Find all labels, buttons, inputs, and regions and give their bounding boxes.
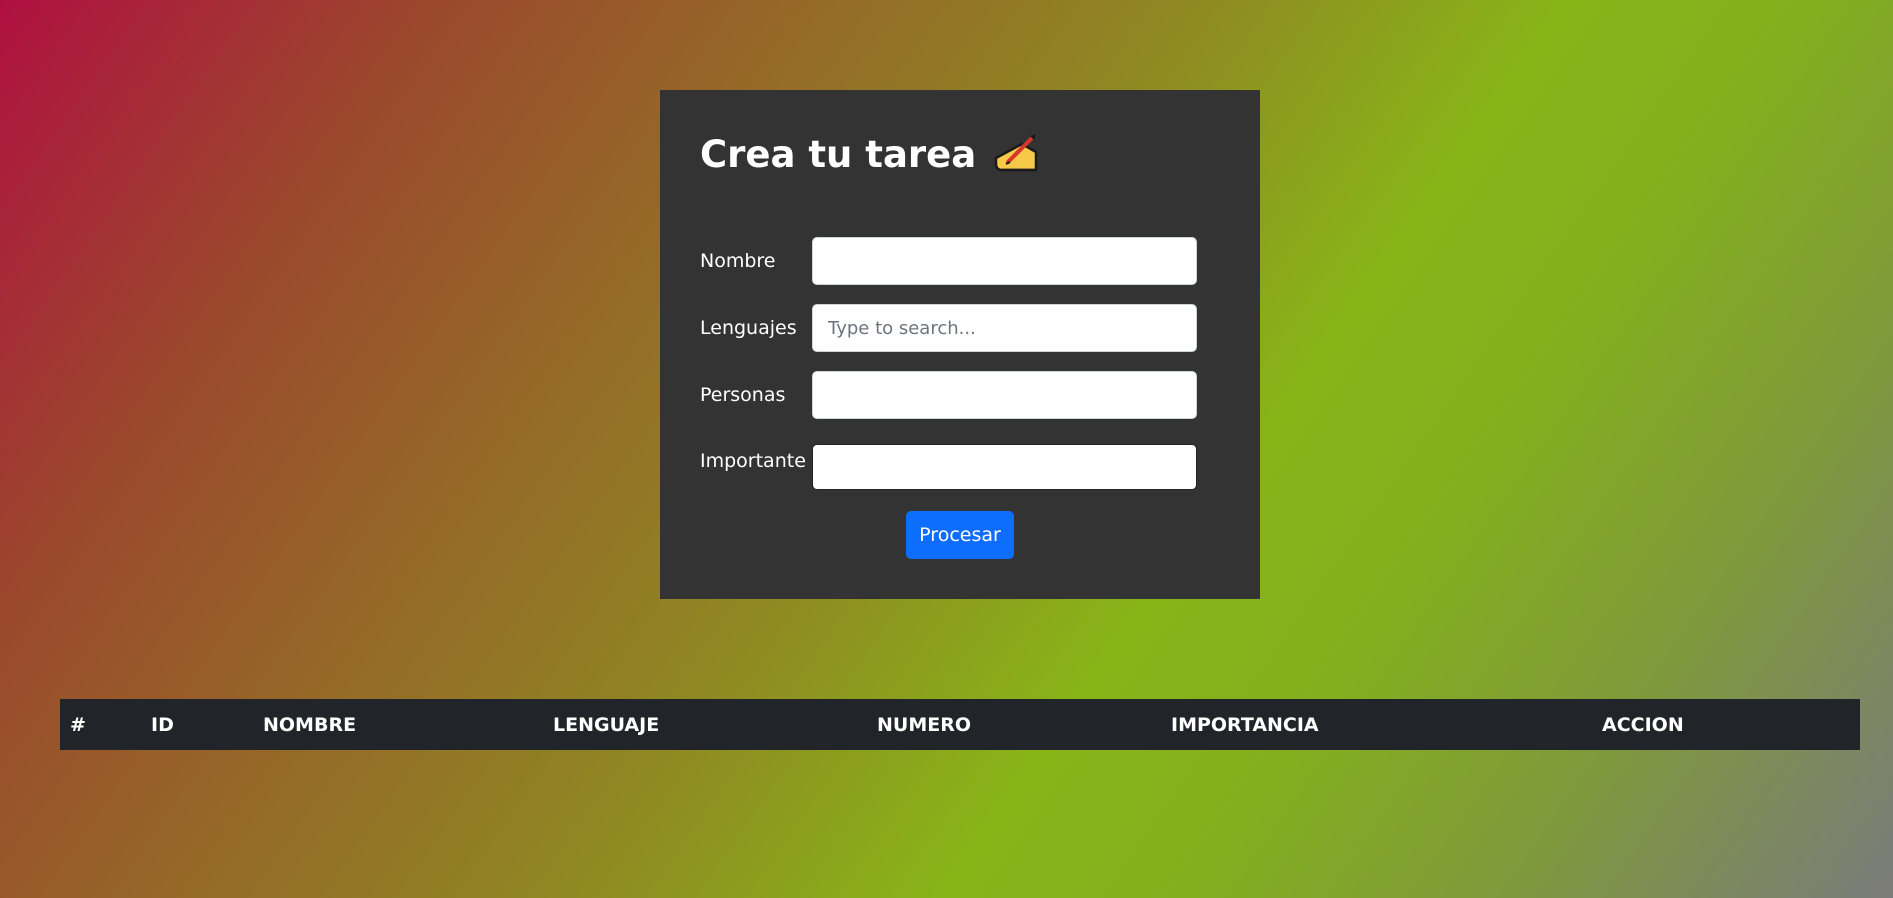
- column-header-number: #: [70, 713, 86, 736]
- lenguajes-label: Lenguajes: [700, 317, 797, 339]
- nombre-label: Nombre: [700, 250, 776, 272]
- importante-label: Importante: [700, 450, 806, 472]
- column-header-lenguaje: LENGUAJE: [553, 713, 660, 736]
- personas-label: Personas: [700, 384, 786, 406]
- field-row-personas: Personas: [700, 371, 1197, 419]
- column-header-id: ID: [151, 713, 174, 736]
- nombre-input[interactable]: [812, 237, 1197, 285]
- importante-input[interactable]: [812, 444, 1197, 490]
- tasks-table: # ID NOMBRE LENGUAJE NUMERO IMPORTANCIA …: [60, 699, 1860, 750]
- column-header-nombre: NOMBRE: [263, 713, 357, 736]
- field-row-lenguajes: Lenguajes: [700, 304, 1197, 352]
- column-header-numero: NUMERO: [877, 713, 971, 736]
- column-header-accion: ACCION: [1602, 713, 1684, 736]
- form-title: Crea tu tarea: [700, 132, 1040, 176]
- personas-input[interactable]: [812, 371, 1197, 419]
- procesar-button[interactable]: Procesar: [906, 511, 1014, 559]
- table-header-row: # ID NOMBRE LENGUAJE NUMERO IMPORTANCIA …: [60, 699, 1860, 750]
- tasks-table-container: # ID NOMBRE LENGUAJE NUMERO IMPORTANCIA …: [60, 699, 1860, 750]
- form-title-text: Crea tu tarea: [700, 132, 977, 176]
- field-row-importante: Importante: [700, 444, 1197, 490]
- writing-hand-icon: [992, 132, 1040, 176]
- lenguajes-search-input[interactable]: [812, 304, 1197, 352]
- field-row-nombre: Nombre: [700, 237, 1197, 285]
- column-header-importancia: IMPORTANCIA: [1171, 713, 1319, 736]
- task-form-card: Crea tu tarea Nombre Lenguajes Personas …: [660, 90, 1260, 599]
